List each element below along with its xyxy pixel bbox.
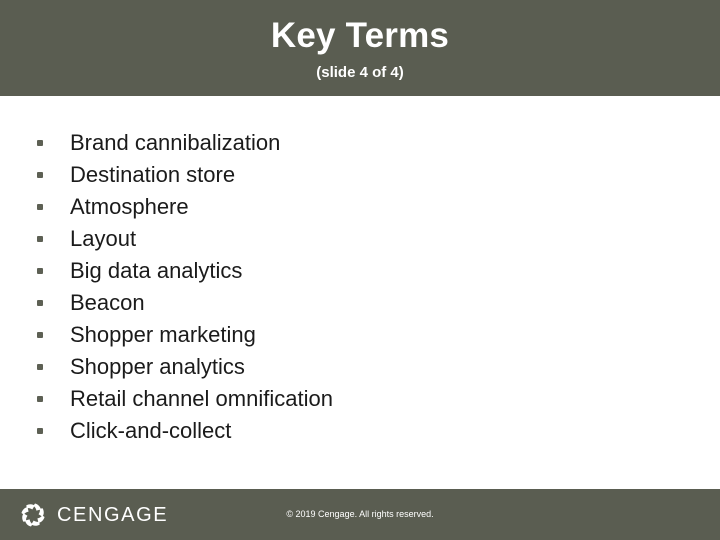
bullet-icon (37, 300, 43, 306)
list-item: Retail channel omnification (30, 383, 333, 415)
list-item: Layout (30, 223, 333, 255)
bullet-icon (37, 140, 43, 146)
bullet-icon (37, 236, 43, 242)
list-item-label: Retail channel omnification (70, 386, 333, 411)
list-item-label: Beacon (70, 290, 145, 315)
bullet-icon (37, 268, 43, 274)
bullet-icon (37, 364, 43, 370)
list-item: Click-and-collect (30, 415, 333, 447)
list-item-label: Click-and-collect (70, 418, 232, 443)
list-item: Shopper marketing (30, 319, 333, 351)
list-item-label: Brand cannibalization (70, 130, 281, 155)
list-item: Shopper analytics (30, 351, 333, 383)
bullet-icon (37, 428, 43, 434)
list-item: Beacon (30, 287, 333, 319)
list-item-label: Shopper analytics (70, 354, 245, 379)
list-item-label: Layout (70, 226, 137, 251)
page-title: Key Terms (270, 16, 450, 55)
list-item-label: Shopper marketing (70, 322, 256, 347)
list-item: Brand cannibalization (30, 127, 333, 159)
list-item-label: Atmosphere (70, 194, 189, 219)
list-item: Atmosphere (30, 191, 333, 223)
slide-header: Key Terms (slide 4 of 4) (0, 0, 720, 96)
bullet-icon (37, 332, 43, 338)
bullet-icon (37, 396, 43, 402)
list-item-label: Destination store (70, 162, 236, 187)
list-item: Destination store (30, 159, 333, 191)
slide-body: Brand cannibalization Destination store … (0, 96, 720, 489)
slide: Key Terms (slide 4 of 4) Brand cannibali… (0, 0, 720, 540)
bullet-icon (37, 204, 43, 210)
copyright-notice: © 2019 Cengage. All rights reserved. (286, 509, 434, 519)
list-item-label: Big data analytics (70, 258, 243, 283)
slide-footer: CENGAGE © 2019 Cengage. All rights reser… (0, 489, 720, 540)
bullet-icon (37, 172, 43, 178)
list-item: Big data analytics (30, 255, 333, 287)
key-terms-list: Brand cannibalization Destination store … (30, 127, 333, 447)
slide-counter-subtitle: (slide 4 of 4) (316, 64, 404, 81)
